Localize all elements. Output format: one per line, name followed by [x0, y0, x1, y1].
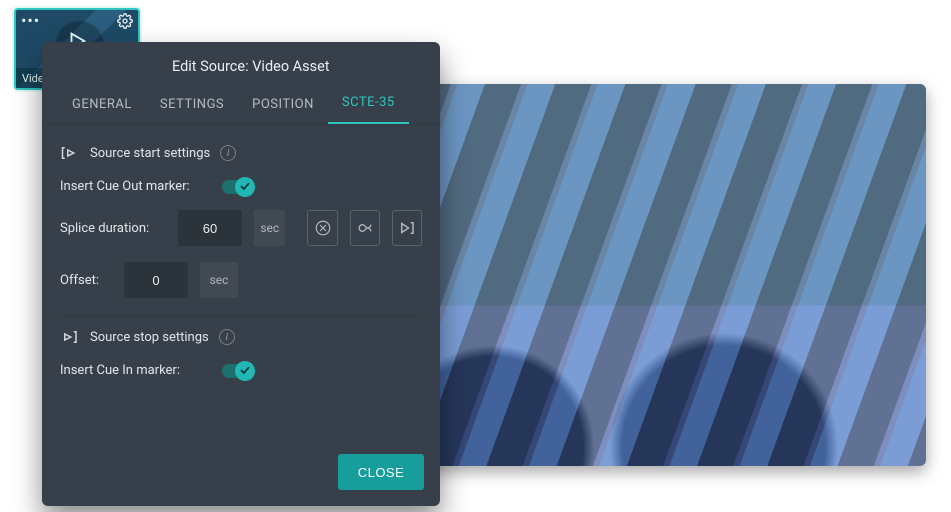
splice-duration-row: Splice duration: sec — [60, 202, 422, 254]
cue-out-label: Insert Cue Out marker: — [60, 179, 210, 194]
offset-unit: sec — [200, 262, 238, 298]
close-button[interactable]: CLOSE — [338, 454, 424, 490]
section-divider — [60, 316, 422, 317]
cue-out-row: Insert Cue Out marker: — [60, 171, 422, 202]
info-icon[interactable]: i — [219, 329, 235, 345]
infinite-duration-button[interactable] — [350, 210, 380, 246]
tab-position[interactable]: POSITION — [238, 87, 328, 124]
source-stop-heading: Source stop settings i — [60, 321, 422, 355]
offset-row: Offset: sec — [60, 254, 422, 306]
cue-in-row: Insert Cue In marker: — [60, 355, 422, 386]
cue-in-toggle[interactable] — [222, 364, 252, 378]
tab-scte35[interactable]: SCTE-35 — [328, 85, 409, 124]
to-end-button[interactable] — [392, 210, 422, 246]
tab-general[interactable]: GENERAL — [58, 87, 146, 124]
splice-duration-input[interactable] — [178, 210, 242, 246]
cue-out-toggle[interactable] — [222, 180, 252, 194]
edit-source-panel: Edit Source: Video Asset GENERAL SETTING… — [42, 42, 440, 506]
clear-duration-button[interactable] — [307, 210, 337, 246]
start-heading-text: Source start settings — [90, 146, 210, 161]
info-icon[interactable]: i — [220, 145, 236, 161]
splice-unit: sec — [254, 210, 285, 246]
offset-input[interactable] — [124, 262, 188, 298]
bracket-play-stop-icon — [60, 329, 80, 345]
bracket-play-start-icon — [60, 145, 80, 161]
tab-settings[interactable]: SETTINGS — [146, 87, 238, 124]
cue-in-label: Insert Cue In marker: — [60, 363, 210, 378]
splice-label: Splice duration: — [60, 221, 166, 236]
panel-title: Edit Source: Video Asset — [42, 42, 440, 85]
tab-bar: GENERAL SETTINGS POSITION SCTE-35 — [42, 85, 440, 125]
source-start-heading: Source start settings i — [60, 137, 422, 171]
tile-menu-icon[interactable]: ••• — [21, 16, 40, 26]
offset-label: Offset: — [60, 273, 112, 288]
stop-heading-text: Source stop settings — [90, 330, 209, 345]
gear-icon[interactable] — [117, 13, 133, 29]
